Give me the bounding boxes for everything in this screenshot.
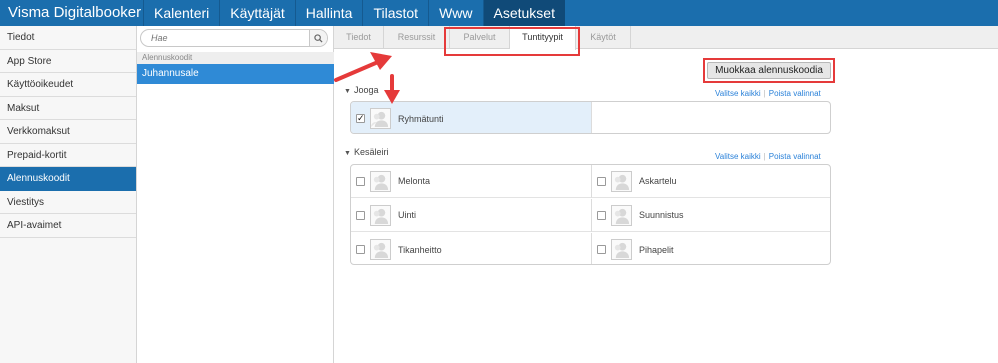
discount-code-list-panel: Alennuskoodit Juhannusale xyxy=(137,26,334,363)
nav-www[interactable]: Www xyxy=(428,0,482,26)
search-button[interactable] xyxy=(309,30,327,46)
checkbox[interactable] xyxy=(597,210,606,220)
select-all-link[interactable]: Valitse kaikki xyxy=(715,152,761,161)
group-links-kesaleiri: Valitse kaikki | Poista valinnat xyxy=(715,152,821,161)
sidebar-item-prepaid-kortit[interactable]: Prepaid-kortit xyxy=(0,144,136,167)
item-ryhmatunti[interactable]: ✓ Ryhmätunti xyxy=(351,102,591,133)
app-title[interactable]: Visma Digitalbooker xyxy=(0,0,143,26)
item-tikanheitto[interactable]: Tikanheitto xyxy=(351,233,591,264)
list-item-juhannusale[interactable]: Juhannusale xyxy=(137,64,334,84)
item-pihapelit[interactable]: Pihapelit xyxy=(591,233,830,264)
avatar-placeholder-icon xyxy=(370,204,391,226)
checkbox[interactable] xyxy=(356,176,365,186)
nav-kalenteri[interactable]: Kalenteri xyxy=(143,0,219,26)
top-nav: Kalenteri Käyttäjät Hallinta Tilastot Ww… xyxy=(143,0,565,26)
link-separator: | xyxy=(763,152,766,161)
item-melonta[interactable]: Melonta xyxy=(351,165,591,198)
checkbox[interactable] xyxy=(356,210,365,220)
grid-kesaleiri: Melonta Askartelu Uinti Suunnistus Tikan… xyxy=(350,164,831,265)
avatar-placeholder-icon xyxy=(370,170,391,192)
item-label: Uinti xyxy=(398,210,417,220)
item-label: Tikanheitto xyxy=(398,244,442,255)
empty-cell xyxy=(591,102,830,133)
checkbox[interactable] xyxy=(356,245,365,254)
search-input[interactable] xyxy=(141,30,309,46)
group-title-label: Kesäleiri xyxy=(353,147,389,157)
clear-selection-link[interactable]: Poista valinnat xyxy=(769,89,821,98)
nav-asetukset[interactable]: Asetukset xyxy=(482,0,565,26)
nav-tilastot[interactable]: Tilastot xyxy=(362,0,428,26)
list-header: Alennuskoodit xyxy=(137,52,334,64)
group-title-label: Jooga xyxy=(353,85,379,95)
item-label: Askartelu xyxy=(639,176,677,186)
settings-sidebar: Tiedot App Store Käyttöoikeudet Maksut V… xyxy=(0,26,137,363)
tab-palvelut[interactable]: Palvelut xyxy=(450,26,510,49)
group-title-kesaleiri[interactable]: ▼ Kesäleiri xyxy=(344,147,388,157)
edit-discount-code-button[interactable]: Muokkaa alennuskoodia xyxy=(707,62,831,79)
tab-tuntityypit[interactable]: Tuntityypit xyxy=(510,26,576,50)
item-askartelu[interactable]: Askartelu xyxy=(591,165,830,198)
main-content: Tiedot Resurssit Palvelut Tuntityypit Kä… xyxy=(334,26,998,363)
item-uinti[interactable]: Uinti xyxy=(351,199,591,232)
avatar-placeholder-icon xyxy=(611,170,632,192)
tab-kaytot[interactable]: Käytöt xyxy=(576,26,631,49)
sidebar-item-tiedot[interactable]: Tiedot xyxy=(0,26,136,50)
tab-resurssit[interactable]: Resurssit xyxy=(384,26,450,49)
clear-selection-link[interactable]: Poista valinnat xyxy=(769,152,821,161)
grid-jooga: ✓ Ryhmätunti xyxy=(350,101,831,134)
nav-kayttajat[interactable]: Käyttäjät xyxy=(219,0,294,26)
item-label: Melonta xyxy=(398,176,431,186)
link-separator: | xyxy=(763,89,766,98)
search-icon xyxy=(314,33,323,43)
avatar-placeholder-icon xyxy=(611,239,632,260)
sidebar-item-alennuskoodit[interactable]: Alennuskoodit xyxy=(0,167,136,191)
select-all-link[interactable]: Valitse kaikki xyxy=(715,89,761,98)
tab-tiedot[interactable]: Tiedot xyxy=(334,26,384,49)
sidebar-item-verkkomaksut[interactable]: Verkkomaksut xyxy=(0,120,136,144)
checkbox[interactable] xyxy=(597,176,606,186)
caret-down-icon: ▼ xyxy=(344,88,351,95)
avatar-placeholder-icon xyxy=(611,204,632,226)
sidebar-item-api-avaimet[interactable]: API-avaimet xyxy=(0,214,136,238)
avatar-placeholder-icon xyxy=(370,108,391,129)
item-label: Pihapelit xyxy=(639,244,674,255)
item-label: Suunnistus xyxy=(639,210,684,220)
avatar-placeholder-icon xyxy=(370,239,391,260)
item-suunnistus[interactable]: Suunnistus xyxy=(591,199,830,232)
sidebar-item-viestitys[interactable]: Viestitys xyxy=(0,191,136,214)
checkbox[interactable] xyxy=(597,245,606,254)
nav-hallinta[interactable]: Hallinta xyxy=(294,0,363,26)
checkbox-checked[interactable]: ✓ xyxy=(356,114,365,123)
search-box xyxy=(140,29,328,47)
caret-down-icon: ▼ xyxy=(344,150,351,157)
sidebar-item-kayttooikeudet[interactable]: Käyttöoikeudet xyxy=(0,73,136,97)
tab-bar: Tiedot Resurssit Palvelut Tuntityypit Kä… xyxy=(334,26,998,50)
group-links-jooga: Valitse kaikki | Poista valinnat xyxy=(715,89,821,98)
sidebar-item-maksut[interactable]: Maksut xyxy=(0,97,136,120)
group-title-jooga[interactable]: ▼ Jooga xyxy=(344,85,378,95)
item-label: Ryhmätunti xyxy=(398,113,444,124)
sidebar-item-app-store[interactable]: App Store xyxy=(0,50,136,73)
top-navigation-bar: Visma Digitalbooker Kalenteri Käyttäjät … xyxy=(0,0,998,26)
